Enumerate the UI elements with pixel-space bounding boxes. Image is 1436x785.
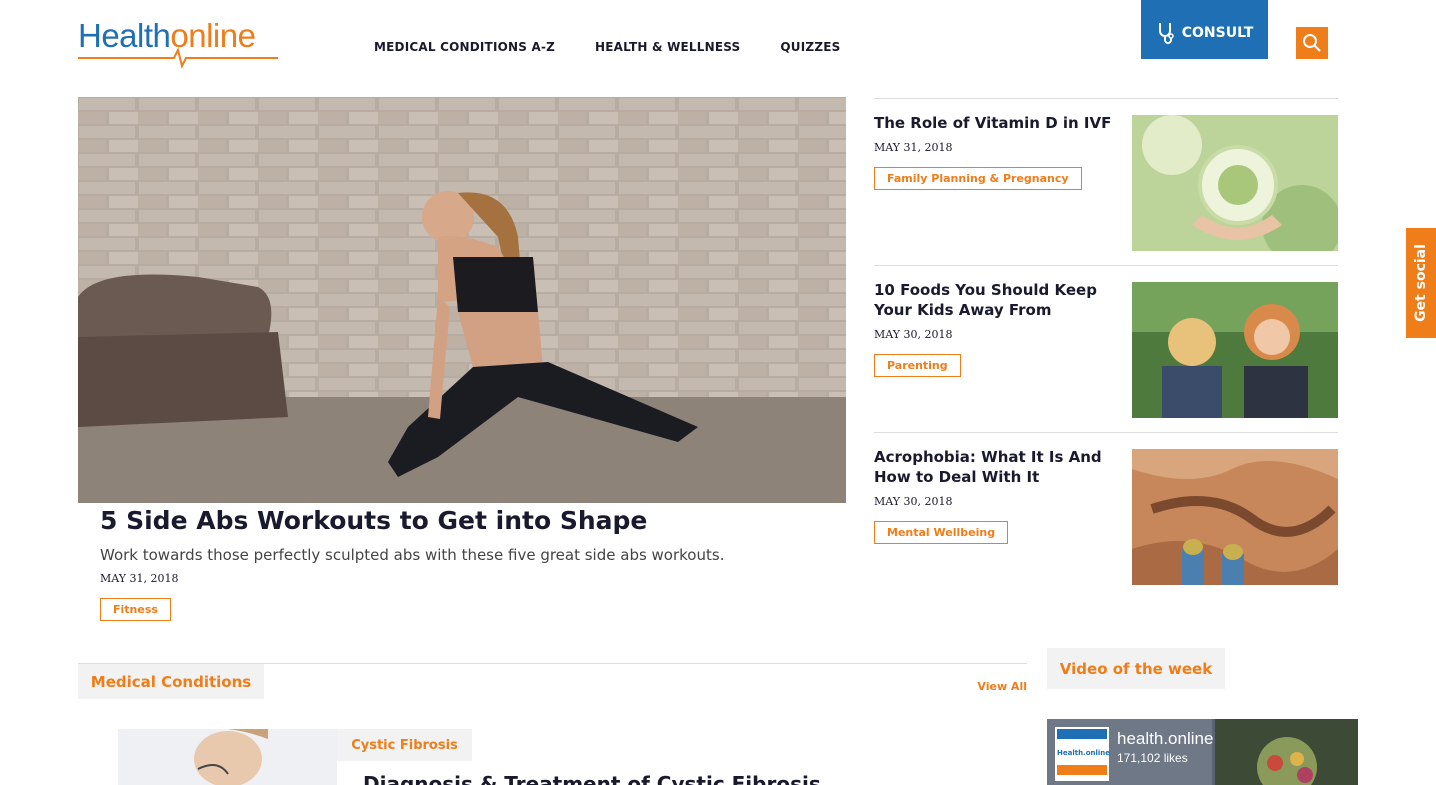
- consult-button[interactable]: CONSULT: [1141, 0, 1268, 59]
- get-social-tab[interactable]: Get social: [1406, 228, 1436, 338]
- side-article-image[interactable]: [1132, 282, 1338, 418]
- logo-pulse-icon: [78, 47, 278, 69]
- site-logo[interactable]: Healthonline: [78, 18, 278, 70]
- featured-description: Work towards those perfectly sculpted ab…: [100, 546, 725, 564]
- kids-food-photo: [1132, 282, 1338, 418]
- side-article-date: MAY 30, 2018: [874, 495, 953, 508]
- nav-medical-conditions[interactable]: MEDICAL CONDITIONS A-Z: [374, 40, 555, 54]
- medical-conditions-heading: Medical Conditions: [78, 664, 264, 699]
- side-article-title[interactable]: The Role of Vitamin D in IVF: [874, 113, 1114, 133]
- medical-category-tag[interactable]: Cystic Fibrosis: [337, 729, 472, 761]
- search-icon: [1303, 34, 1321, 52]
- nav-quizzes[interactable]: QUIZZES: [780, 40, 840, 54]
- fb-page-name[interactable]: health.online: [1117, 729, 1213, 749]
- side-article-tag[interactable]: Parenting: [874, 354, 961, 377]
- consult-label: CONSULT: [1181, 24, 1254, 41]
- canyon-photo: [1132, 449, 1338, 585]
- fb-logo-text: Health.online: [1057, 749, 1111, 757]
- side-article-title[interactable]: 10 Foods You Should Keep Your Kids Away …: [874, 280, 1114, 320]
- side-article: The Role of Vitamin D in IVF MAY 31, 201…: [874, 99, 1338, 266]
- side-article-date: MAY 30, 2018: [874, 328, 953, 341]
- search-button[interactable]: [1296, 27, 1328, 59]
- ivf-photo: [1132, 115, 1338, 251]
- fb-page-logo: Health.online: [1055, 727, 1111, 781]
- main-nav: MEDICAL CONDITIONS A-Z HEALTH & WELLNESS…: [374, 40, 840, 54]
- side-article-tag[interactable]: Family Planning & Pregnancy: [874, 167, 1082, 190]
- nav-health-wellness[interactable]: HEALTH & WELLNESS: [595, 40, 740, 54]
- view-all-link[interactable]: View All: [960, 680, 1027, 693]
- get-social-label: Get social: [1413, 244, 1430, 322]
- side-article-image[interactable]: [1132, 449, 1338, 585]
- side-article-image[interactable]: [1132, 115, 1338, 251]
- stethoscope-icon: [1158, 22, 1174, 44]
- side-article-tag[interactable]: Mental Wellbeing: [874, 521, 1009, 544]
- featured-image[interactable]: [78, 97, 846, 503]
- featured-photo: [78, 97, 846, 503]
- side-article-date: MAY 31, 2018: [874, 141, 953, 154]
- video-of-week-heading: Video of the week: [1047, 648, 1225, 689]
- side-article: 10 Foods You Should Keep Your Kids Away …: [874, 266, 1338, 433]
- featured-date: MAY 31, 2018: [100, 572, 179, 585]
- doctor-photo: [78, 729, 337, 785]
- medical-article-image[interactable]: [78, 729, 337, 785]
- fb-page-likes: 171,102 likes: [1117, 751, 1188, 765]
- side-article-title[interactable]: Acrophobia: What It Is And How to Deal W…: [874, 447, 1114, 487]
- facebook-page-widget[interactable]: Health.online health.online 171,102 like…: [1047, 719, 1358, 785]
- featured-title[interactable]: 5 Side Abs Workouts to Get into Shape: [100, 506, 647, 535]
- side-article: Acrophobia: What It Is And How to Deal W…: [874, 433, 1338, 600]
- featured-tag[interactable]: Fitness: [100, 598, 171, 621]
- medical-article-title[interactable]: Diagnosis & Treatment of Cystic Fibrosis: [363, 772, 821, 785]
